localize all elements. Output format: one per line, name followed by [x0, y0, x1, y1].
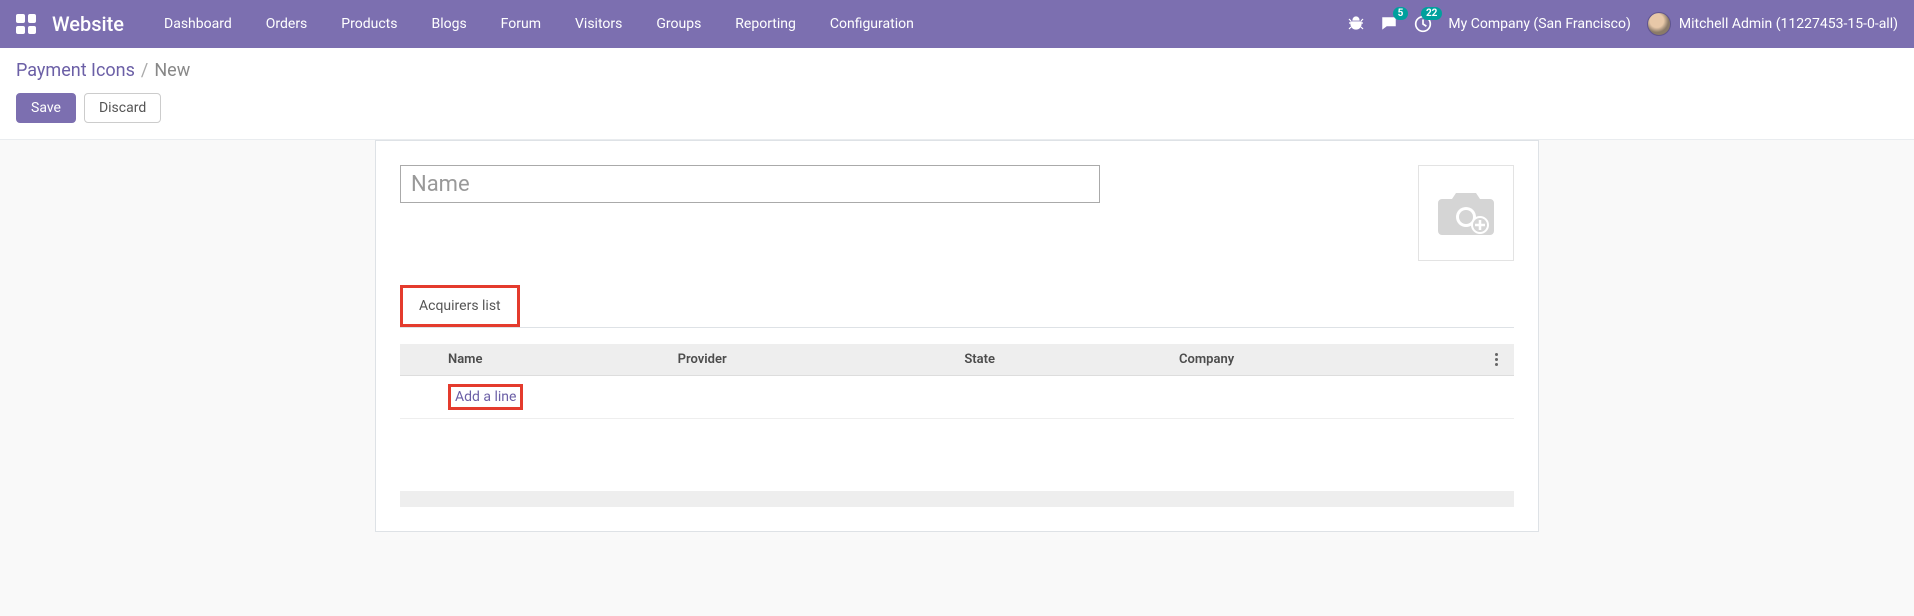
nav-visitors[interactable]: Visitors	[559, 8, 638, 40]
breadcrumb-root[interactable]: Payment Icons	[16, 60, 135, 81]
tab-acquirers[interactable]: Acquirers list	[403, 288, 517, 324]
col-provider[interactable]: Provider	[666, 344, 953, 376]
company-selector[interactable]: My Company (San Francisco)	[1448, 16, 1630, 32]
nav-products[interactable]: Products	[325, 8, 413, 40]
col-company[interactable]: Company	[1167, 344, 1478, 376]
nav-groups[interactable]: Groups	[640, 8, 717, 40]
form-top	[400, 165, 1514, 261]
image-placeholder[interactable]	[1418, 165, 1514, 261]
messages-icon[interactable]: 5	[1380, 15, 1398, 33]
bug-icon[interactable]	[1348, 16, 1364, 32]
name-input[interactable]	[400, 165, 1100, 203]
table-header-row: Name Provider State Company	[400, 344, 1514, 376]
breadcrumb-separator: /	[141, 60, 148, 81]
apps-icon[interactable]	[16, 14, 36, 34]
form-sheet: Acquirers list Name Provider State Compa…	[375, 140, 1539, 532]
brand-label[interactable]: Website	[52, 12, 124, 36]
nav-dashboard[interactable]: Dashboard	[148, 8, 248, 40]
sheet-wrap: Acquirers list Name Provider State Compa…	[0, 140, 1914, 556]
acquirers-table: Name Provider State Company	[400, 344, 1514, 451]
col-options[interactable]	[1478, 344, 1514, 376]
control-panel: Payment Icons / New Save Discard	[0, 48, 1914, 140]
messages-badge: 5	[1393, 7, 1409, 20]
nav-orders[interactable]: Orders	[250, 8, 324, 40]
discard-button[interactable]: Discard	[84, 93, 161, 123]
user-menu[interactable]: Mitchell Admin (11227453-15-0-all)	[1647, 12, 1898, 36]
action-buttons: Save Discard	[16, 93, 1898, 123]
avatar	[1647, 12, 1671, 36]
col-name[interactable]: Name	[436, 344, 666, 376]
nav-right: 5 22 My Company (San Francisco) Mitchell…	[1348, 12, 1898, 36]
col-state[interactable]: State	[952, 344, 1167, 376]
save-button[interactable]: Save	[16, 93, 76, 123]
activities-icon[interactable]: 22	[1414, 15, 1432, 33]
tabs: Acquirers list	[400, 285, 1514, 328]
col-handle	[400, 344, 436, 376]
nav-blogs[interactable]: Blogs	[415, 8, 482, 40]
nav-reporting[interactable]: Reporting	[719, 8, 812, 40]
activities-badge: 22	[1421, 7, 1442, 20]
user-name: Mitchell Admin (11227453-15-0-all)	[1679, 16, 1898, 32]
add-line-link[interactable]: Add a line	[455, 389, 516, 405]
nav-forum[interactable]: Forum	[485, 8, 557, 40]
kebab-icon	[1490, 353, 1502, 366]
table-row-empty	[400, 419, 1514, 451]
breadcrumb: Payment Icons / New	[16, 60, 1898, 81]
breadcrumb-current: New	[154, 60, 190, 81]
nav-links: Dashboard Orders Products Blogs Forum Vi…	[148, 8, 1348, 40]
top-nav: Website Dashboard Orders Products Blogs …	[0, 0, 1914, 48]
footer-strip	[400, 491, 1514, 507]
table-row-add: Add a line	[400, 376, 1514, 419]
nav-configuration[interactable]: Configuration	[814, 8, 930, 40]
